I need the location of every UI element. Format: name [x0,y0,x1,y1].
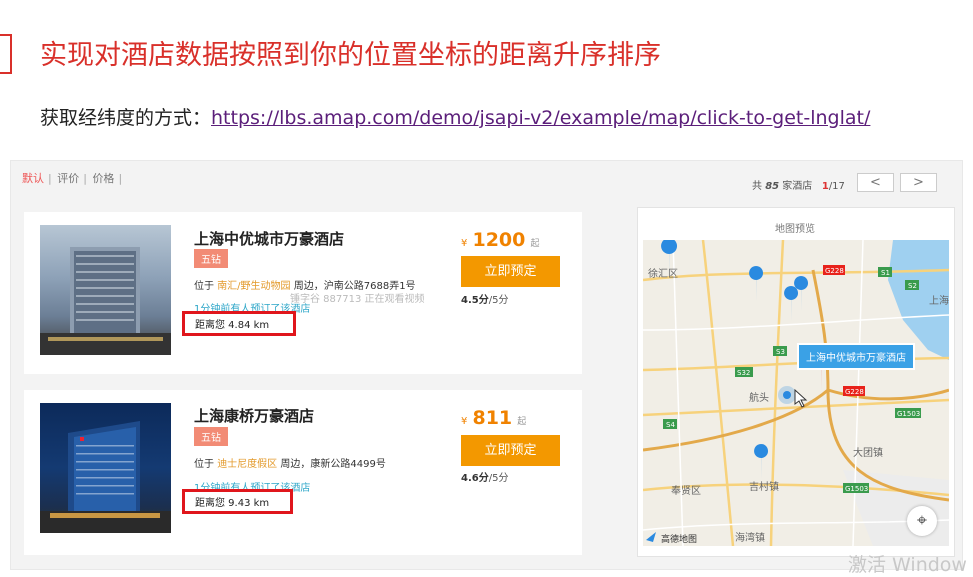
price-value: 1200 [472,229,526,251]
next-page-button[interactable]: > [900,173,937,192]
locate-icon[interactable]: ⌖ [907,506,937,536]
svg-text:S3: S3 [776,348,785,356]
hotel-level-badge: 五钻 [194,427,228,446]
video-watermark: 锤字谷 887713 正在观看视频 [290,294,425,305]
hotel-score: 4.6分/5分 [461,473,509,484]
map-title: 地图预览 [775,224,815,235]
svg-text:S2: S2 [908,282,917,290]
prev-page-button[interactable]: < [857,173,894,192]
svg-text:徐汇区: 徐汇区 [648,267,678,280]
map-marker-callout[interactable]: 上海中优城市万豪酒店 [797,343,915,370]
svg-text:G228: G228 [845,388,864,396]
current-page: 1 [821,181,829,192]
hotel-photo [40,403,171,533]
sort-bar: 默认 | 评价 | 价格 | [22,172,123,185]
svg-text:海湾镇: 海湾镇 [735,531,765,544]
hotel-address: 位于 迪士尼度假区 周边，康新公路4499号 [194,459,386,470]
total-count: 85 [765,181,780,192]
hotel-name[interactable]: 上海中优城市万豪酒店 [194,228,344,249]
subtitle-prefix: 获取经纬度的方式： [40,107,212,129]
page-count: /17 [828,181,845,192]
svg-text:吉村镇: 吉村镇 [749,480,779,493]
hotel-business-area[interactable]: 迪士尼度假区 [217,459,277,470]
svg-text:上海: 上海 [929,294,949,307]
book-now-button[interactable]: 立即预定 [461,435,560,466]
distance-label: 距离您 4.84 km [182,311,296,336]
hotel-level-badge: 五钻 [194,249,228,268]
svg-text:奉贤区: 奉贤区 [671,484,701,497]
hotel-price: ¥ 811 起 [461,407,527,429]
sort-default[interactable]: 默认 [22,172,44,185]
svg-text:S4: S4 [666,421,675,429]
svg-text:G1503: G1503 [897,410,920,418]
price-value: 811 [472,407,513,429]
amap-link[interactable]: https://lbs.amap.com/demo/jsapi-v2/examp… [211,107,870,129]
svg-text:大团镇: 大团镇 [853,446,883,459]
hotel-name[interactable]: 上海康桥万豪酒店 [194,405,314,426]
map-view[interactable]: G228 S1 S2 S3 S32 G228 G1503 S4 G1503 徐汇… [643,240,949,546]
slide-title: 实现对酒店数据按照到你的位置坐标的距离升序排序 [40,40,661,71]
hotel-business-area[interactable]: 南汇/野生动物园 [217,281,290,292]
book-now-button[interactable]: 立即预定 [461,256,560,287]
sort-price[interactable]: 价格 [92,172,114,185]
svg-text:S1: S1 [881,269,890,277]
sort-rating[interactable]: 评价 [57,172,79,185]
hotel-photo [40,225,171,355]
svg-text:S32: S32 [737,369,750,377]
hotel-price: ¥ 1200 起 [461,229,540,251]
hotel-score: 4.5分/5分 [461,295,509,306]
title-accent-bracket [0,34,12,74]
distance-label: 距离您 9.43 km [182,489,293,514]
svg-text:高德地图: 高德地图 [661,533,697,545]
pager-info: 共 85 家酒店 1/17 [752,181,845,192]
svg-text:G1503: G1503 [845,485,868,493]
svg-text:航头: 航头 [749,391,769,404]
slide-subtitle: 获取经纬度的方式：https://lbs.amap.com/demo/jsapi… [40,103,870,130]
svg-text:G228: G228 [825,267,844,275]
